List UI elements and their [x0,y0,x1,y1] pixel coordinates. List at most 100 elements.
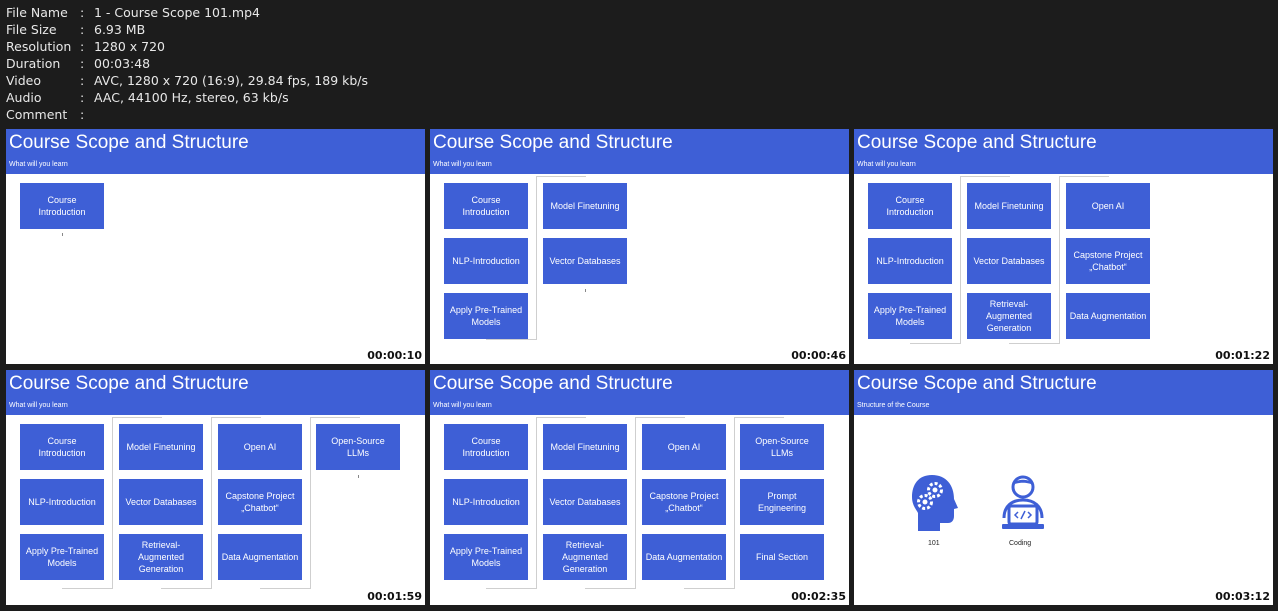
connector-line [310,417,311,589]
info-row-resolution: Resolution : 1280 x 720 [6,38,368,55]
slide-subtitle: What will you learn [9,402,68,409]
info-separator: : [80,90,85,105]
label-coding: Coding [1009,540,1032,547]
slide-title: Course Scope and Structure [9,373,249,394]
connector-arrow [585,289,586,292]
box-prompt-engineering: Prompt Engineering [740,479,824,525]
connector-line [211,417,212,589]
box-nlp-introduction: NLP-Introduction [868,238,952,284]
box-open-ai: Open AI [218,424,302,470]
connector-line [585,588,635,589]
timestamp: 00:02:35 [791,590,846,603]
box-model-finetuning: Model Finetuning [967,183,1051,229]
info-key: Resolution [6,39,72,54]
box-capstone-project: Capstone Project „Chatbot“ [642,479,726,525]
box-open-ai: Open AI [642,424,726,470]
box-data-augmentation: Data Augmentation [642,534,726,580]
slide-title: Course Scope and Structure [857,373,1097,394]
info-key: File Size [6,22,57,37]
box-model-finetuning: Model Finetuning [543,424,627,470]
info-key: File Name [6,5,68,20]
thumbnail-4[interactable]: Course Scope and Structure What will you… [6,370,425,605]
info-value: AVC, 1280 x 720 (16:9), 29.84 fps, 189 k… [94,73,369,88]
box-vector-databases: Vector Databases [543,238,627,284]
thumbnail-2[interactable]: Course Scope and Structure What will you… [430,129,849,364]
head-gears-icon [910,473,960,537]
connector-line [211,417,261,418]
thumbnail-6[interactable]: Course Scope and Structure Structure of … [854,370,1273,605]
connector-arrow [62,233,63,236]
connector-line [684,588,734,589]
box-rag: Retrieval-Augmented Generation [543,534,627,580]
info-key: Comment [6,107,68,122]
thumbnail-5[interactable]: Course Scope and Structure What will you… [430,370,849,605]
connector-line [260,588,310,589]
slide-subtitle: What will you learn [433,402,492,409]
info-separator: : [80,22,85,37]
box-nlp-introduction: NLP-Introduction [444,238,528,284]
info-value: 6.93 MB [94,22,146,37]
info-key: Audio [6,90,42,105]
info-row-comment: Comment : [6,106,368,123]
box-vector-databases: Vector Databases [967,238,1051,284]
box-rag: Retrieval-Augmented Generation [119,534,203,580]
box-nlp-introduction: NLP-Introduction [20,479,104,525]
connector-line [486,588,536,589]
info-row-filename: File Name : 1 - Course Scope 101.mp4 [6,4,368,21]
connector-line [960,176,961,344]
info-separator: : [80,39,85,54]
box-course-introduction: Course Introduction [444,424,528,470]
box-capstone-project: Capstone Project „Chatbot“ [1066,238,1150,284]
thumbnail-3[interactable]: Course Scope and Structure What will you… [854,129,1273,364]
box-apply-pretrained: Apply Pre-Trained Models [444,293,528,339]
info-separator: : [80,5,85,20]
slide-title: Course Scope and Structure [433,373,673,394]
timestamp: 00:01:22 [1215,349,1270,362]
connector-line [1059,176,1060,344]
file-info-panel: File Name : 1 - Course Scope 101.mp4 Fil… [6,4,368,123]
box-data-augmentation: Data Augmentation [1066,293,1150,339]
box-final-section: Final Section [740,534,824,580]
box-course-introduction: Course Introduction [20,183,104,229]
box-course-introduction: Course Introduction [444,183,528,229]
connector-line [635,417,685,418]
timestamp: 00:00:10 [367,349,422,362]
box-vector-databases: Vector Databases [543,479,627,525]
box-open-source-llms: Open-Source LLMs [740,424,824,470]
connector-line [310,417,360,418]
box-apply-pretrained: Apply Pre-Trained Models [444,534,528,580]
label-101: 101 [928,540,940,547]
connector-line [486,339,536,340]
box-nlp-introduction: NLP-Introduction [444,479,528,525]
connector-line [734,417,784,418]
connector-line [112,417,162,418]
box-course-introduction: Course Introduction [20,424,104,470]
info-value: 1280 x 720 [94,39,166,54]
connector-line [1059,176,1109,177]
thumbnail-1[interactable]: Course Scope and Structure What will you… [6,129,425,364]
connector-line [161,588,211,589]
info-value: 00:03:48 [94,56,151,71]
info-row-video: Video : AVC, 1280 x 720 (16:9), 29.84 fp… [6,72,368,89]
connector-line [910,343,960,344]
connector-line [734,417,735,589]
connector-line [536,176,586,177]
box-model-finetuning: Model Finetuning [543,183,627,229]
info-key: Video [6,73,42,88]
info-row-duration: Duration : 00:03:48 [6,55,368,72]
connector-line [536,417,537,589]
connector-line [635,417,636,589]
box-apply-pretrained: Apply Pre-Trained Models [20,534,104,580]
box-open-source-llms: Open-Source LLMs [316,424,400,470]
info-row-filesize: File Size : 6.93 MB [6,21,368,38]
connector-line [112,417,113,589]
info-value: AAC, 44100 Hz, stereo, 63 kb/s [94,90,289,105]
connector-line [1009,343,1059,344]
box-vector-databases: Vector Databases [119,479,203,525]
slide-title: Course Scope and Structure [9,132,249,153]
connector-line [536,417,586,418]
box-data-augmentation: Data Augmentation [218,534,302,580]
info-row-audio: Audio : AAC, 44100 Hz, stereo, 63 kb/s [6,89,368,106]
slide-subtitle: What will you learn [433,161,492,168]
slide-title: Course Scope and Structure [433,132,673,153]
